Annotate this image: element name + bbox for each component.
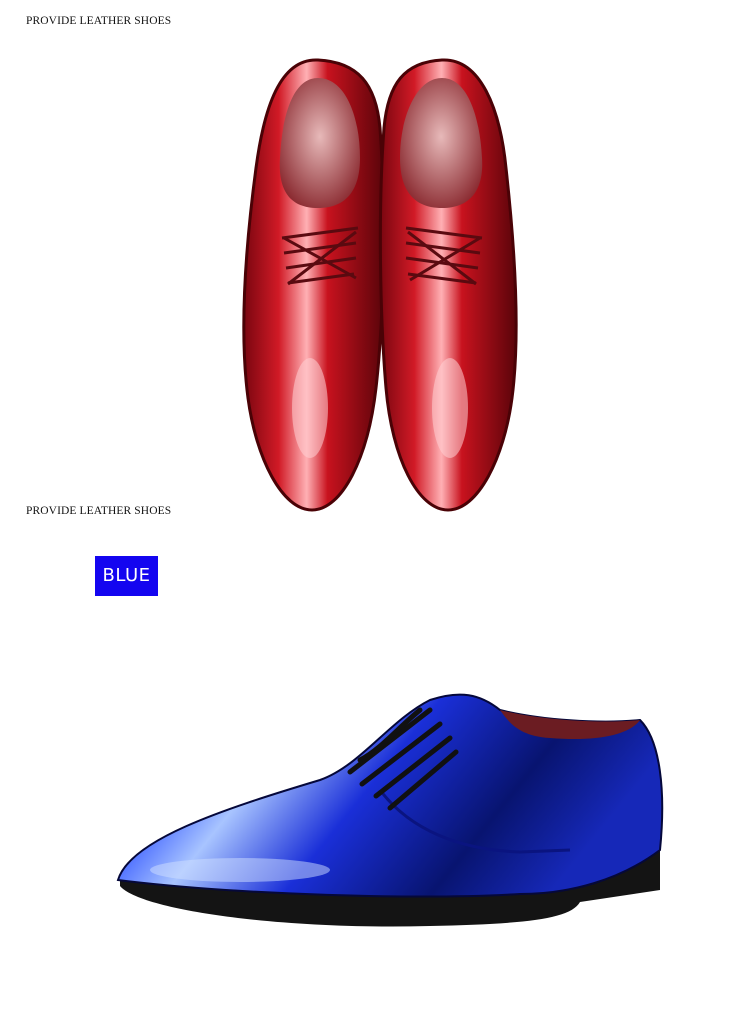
- blue-shoe: [116, 693, 664, 927]
- section-caption-middle: PROVIDE LEATHER SHOES: [26, 505, 172, 517]
- right-red-shoe: [378, 58, 518, 512]
- left-red-shoe: [242, 58, 385, 512]
- section-caption-top: PROVIDE LEATHER SHOES: [26, 15, 172, 27]
- blue-shoe-image: [116, 693, 664, 927]
- red-shoes-pair-image: [242, 58, 518, 512]
- color-label-badge: BLUE: [95, 556, 158, 596]
